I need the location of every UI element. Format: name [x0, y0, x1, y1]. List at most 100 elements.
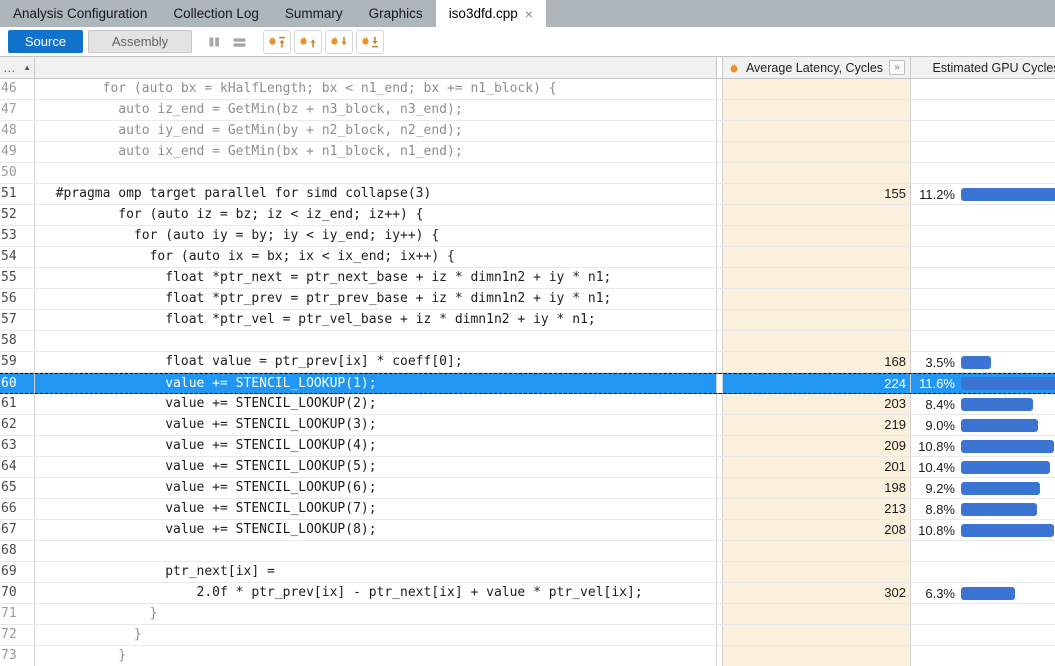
source-row[interactable]: 51 #pragma omp target parallel for simd … [0, 184, 1055, 205]
code-line[interactable]: value += STENCIL_LOOKUP(5); [35, 457, 717, 477]
source-row[interactable]: 67 value += STENCIL_LOOKUP(8);20810.8% [0, 520, 1055, 541]
source-row[interactable]: 69 ptr_next[ix] = [0, 562, 1055, 583]
source-row[interactable]: 50 [0, 163, 1055, 184]
source-row[interactable]: 71 } [0, 604, 1055, 625]
gpu-cell [911, 142, 1055, 162]
source-row[interactable]: 62 value += STENCIL_LOOKUP(3);2199.0% [0, 415, 1055, 436]
source-button[interactable]: Source [8, 30, 83, 53]
code-line[interactable]: auto iz_end = GetMin(bz + n3_block, n3_e… [35, 100, 717, 120]
source-row[interactable]: 48 auto iy_end = GetMin(by + n2_block, n… [0, 121, 1055, 142]
gpu-bar-track [961, 461, 1055, 474]
pane-layout-horizontal-icon[interactable] [232, 35, 247, 49]
latency-cell [723, 142, 911, 162]
sort-ascending-icon: ▲ [23, 63, 31, 72]
gpu-percent-label: 3.5% [911, 355, 955, 370]
source-row[interactable]: 57 float *ptr_vel = ptr_vel_base + iz * … [0, 310, 1055, 331]
gpu-bar-track [961, 293, 1055, 306]
source-row[interactable]: 60 value += STENCIL_LOOKUP(1);22411.6% [0, 373, 1055, 394]
prev-hotspot-button[interactable] [294, 30, 322, 54]
gpu-cell [911, 121, 1055, 141]
gpu-percent-label: 8.4% [911, 397, 955, 412]
gpu-cell [911, 79, 1055, 99]
gpu-bar-track [961, 314, 1055, 327]
code-line[interactable]: float *ptr_vel = ptr_vel_base + iz * dim… [35, 310, 717, 330]
close-icon[interactable]: × [525, 7, 533, 21]
first-hotspot-button[interactable] [263, 30, 291, 54]
source-row[interactable]: 61 value += STENCIL_LOOKUP(2);2038.4% [0, 394, 1055, 415]
line-number: 47 [0, 100, 35, 120]
code-line[interactable]: auto iy_end = GetMin(by + n2_block, n2_e… [35, 121, 717, 141]
expand-column-icon[interactable]: » [889, 60, 905, 75]
assembly-button[interactable]: Assembly [88, 30, 192, 53]
line-column-header[interactable]: … ▲ [0, 57, 35, 78]
pane-layout-vertical-icon[interactable] [207, 35, 222, 49]
gpu-bar [961, 482, 1040, 495]
gpu-cell [911, 541, 1055, 561]
source-row[interactable]: 59 float value = ptr_prev[ix] * coeff[0]… [0, 352, 1055, 373]
source-row[interactable]: 54 for (auto ix = bx; ix < ix_end; ix++)… [0, 247, 1055, 268]
source-row[interactable]: 47 auto iz_end = GetMin(bz + n3_block, n… [0, 100, 1055, 121]
line-number: 59 [0, 352, 35, 372]
code-line[interactable]: for (auto ix = bx; ix < ix_end; ix++) { [35, 247, 717, 267]
source-row[interactable]: 56 float *ptr_prev = ptr_prev_base + iz … [0, 289, 1055, 310]
next-hotspot-button[interactable] [325, 30, 353, 54]
tab-label: iso3dfd.cpp [449, 6, 518, 21]
code-line[interactable]: } [35, 646, 717, 666]
source-row[interactable]: 63 value += STENCIL_LOOKUP(4);20910.8% [0, 436, 1055, 457]
gpu-column-header[interactable]: Estimated GPU Cycles [911, 57, 1055, 78]
code-line[interactable]: value += STENCIL_LOOKUP(8); [35, 520, 717, 540]
source-row[interactable]: 72 } [0, 625, 1055, 646]
code-line[interactable]: value += STENCIL_LOOKUP(3); [35, 415, 717, 435]
source-row[interactable]: 52 for (auto iz = bz; iz < iz_end; iz++)… [0, 205, 1055, 226]
source-row[interactable]: 70 2.0f * ptr_prev[ix] - ptr_next[ix] + … [0, 583, 1055, 604]
code-line[interactable]: for (auto iy = by; iy < iy_end; iy++) { [35, 226, 717, 246]
flame-icon [331, 36, 337, 45]
code-line[interactable] [35, 163, 717, 183]
tab-summary[interactable]: Summary [272, 0, 356, 27]
tab-iso3dfd-cpp[interactable]: iso3dfd.cpp × [436, 0, 546, 27]
source-row[interactable]: 55 float *ptr_next = ptr_next_base + iz … [0, 268, 1055, 289]
last-hotspot-button[interactable] [356, 30, 384, 54]
gpu-bar-track [961, 503, 1055, 516]
source-row[interactable]: 65 value += STENCIL_LOOKUP(6);1989.2% [0, 478, 1055, 499]
code-line[interactable]: float *ptr_next = ptr_next_base + iz * d… [35, 268, 717, 288]
code-line[interactable]: 2.0f * ptr_prev[ix] - ptr_next[ix] + val… [35, 583, 717, 603]
source-column-header[interactable] [35, 57, 717, 78]
code-line[interactable]: value += STENCIL_LOOKUP(2); [35, 394, 717, 414]
code-line[interactable] [35, 331, 717, 351]
gpu-bar-track [961, 587, 1055, 600]
tab-collection-log[interactable]: Collection Log [160, 0, 272, 27]
code-line[interactable]: for (auto bx = kHalfLength; bx < n1_end;… [35, 79, 717, 99]
code-line[interactable]: ptr_next[ix] = [35, 562, 717, 582]
source-row[interactable]: 46 for (auto bx = kHalfLength; bx < n1_e… [0, 79, 1055, 100]
gpu-cell: 8.8% [911, 499, 1055, 519]
code-line[interactable]: auto ix_end = GetMin(bx + n1_block, n1_e… [35, 142, 717, 162]
code-line[interactable]: float value = ptr_prev[ix] * coeff[0]; [35, 352, 717, 372]
source-row[interactable]: 53 for (auto iy = by; iy < iy_end; iy++)… [0, 226, 1055, 247]
source-row[interactable]: 73 } [0, 646, 1055, 666]
gpu-cell: 10.8% [911, 436, 1055, 456]
source-row[interactable]: 64 value += STENCIL_LOOKUP(5);20110.4% [0, 457, 1055, 478]
code-line[interactable]: } [35, 625, 717, 645]
code-line[interactable]: float *ptr_prev = ptr_prev_base + iz * d… [35, 289, 717, 309]
code-line[interactable]: value += STENCIL_LOOKUP(4); [35, 436, 717, 456]
code-line[interactable]: value += STENCIL_LOOKUP(7); [35, 499, 717, 519]
code-line[interactable]: } [35, 604, 717, 624]
code-line[interactable]: #pragma omp target parallel for simd col… [35, 184, 717, 204]
source-row[interactable]: 58 [0, 331, 1055, 352]
tab-graphics[interactable]: Graphics [356, 0, 436, 27]
source-row[interactable]: 49 auto ix_end = GetMin(bx + n1_block, n… [0, 142, 1055, 163]
source-row[interactable]: 66 value += STENCIL_LOOKUP(7);2138.8% [0, 499, 1055, 520]
gpu-percent-label: 8.8% [911, 502, 955, 517]
line-number: 66 [0, 499, 35, 519]
latency-cell [723, 625, 911, 645]
code-line[interactable]: value += STENCIL_LOOKUP(1); [35, 374, 717, 393]
code-line[interactable]: for (auto iz = bz; iz < iz_end; iz++) { [35, 205, 717, 225]
code-line[interactable] [35, 541, 717, 561]
gpu-bar [961, 356, 991, 369]
code-line[interactable]: value += STENCIL_LOOKUP(6); [35, 478, 717, 498]
gpu-bar-track [961, 272, 1055, 285]
latency-column-header[interactable]: Average Latency, Cycles » [723, 57, 911, 78]
source-row[interactable]: 68 [0, 541, 1055, 562]
tab-analysis-configuration[interactable]: Analysis Configuration [0, 0, 160, 27]
